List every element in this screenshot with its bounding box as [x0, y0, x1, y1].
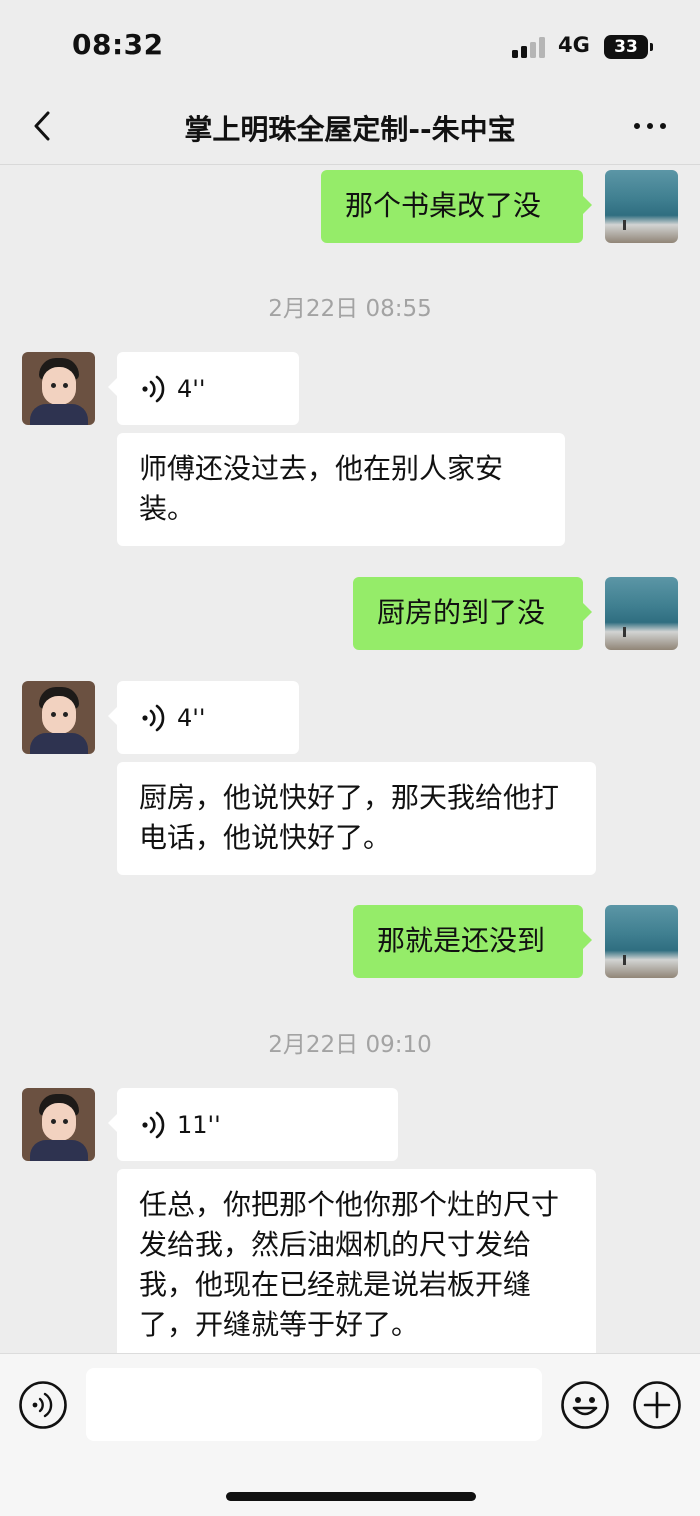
message-text: 那个书桌改了没 — [345, 189, 542, 222]
voice-message[interactable]: 11'' — [108, 1088, 398, 1161]
voice-duration: 4'' — [177, 375, 206, 403]
message-timestamp: 2月22日 09:10 — [268, 1032, 432, 1058]
message-text: 师傅还没过去，他在别人家安装。 — [139, 452, 504, 525]
message-input[interactable] — [86, 1368, 542, 1441]
message-bubble-sent[interactable]: 那就是还没到 — [353, 905, 592, 978]
back-button[interactable] — [26, 108, 62, 144]
status-bar: 08:32 4G 33 — [0, 0, 700, 90]
message-bubble-received[interactable]: 厨房，他说快好了，那天我给他打电话，他说快好了。 — [117, 762, 596, 875]
emoji-icon — [561, 1381, 609, 1429]
my-avatar[interactable] — [605, 577, 678, 650]
battery-icon: 33 — [604, 35, 648, 59]
chat-header: 掌上明珠全屋定制--朱中宝 — [0, 90, 700, 165]
contact-avatar[interactable] — [22, 681, 95, 754]
status-time: 08:32 — [72, 28, 164, 61]
voice-duration: 11'' — [177, 1111, 221, 1139]
more-actions-button[interactable] — [632, 1380, 682, 1430]
voice-message[interactable]: 4'' — [108, 681, 299, 754]
voice-message[interactable]: 4'' — [108, 352, 299, 425]
my-avatar[interactable] — [605, 170, 678, 243]
message-text: 任总，你把那个他你那个灶的尺寸发给我，然后油烟机的尺寸发给我，他现在已经就是说岩… — [139, 1188, 560, 1341]
voice-input-button[interactable] — [18, 1380, 68, 1430]
voice-wave-icon — [142, 704, 165, 732]
my-avatar[interactable] — [605, 905, 678, 978]
plus-icon — [633, 1381, 681, 1429]
contact-avatar[interactable] — [22, 352, 95, 425]
input-bar — [0, 1353, 700, 1516]
contact-avatar[interactable] — [22, 1088, 95, 1161]
message-bubble-received[interactable]: 师傅还没过去，他在别人家安装。 — [117, 433, 565, 546]
message-list[interactable]: 那个书桌改了没 2月22日 08:55 4'' 师傅还没过去，他在别人家安装。 … — [0, 165, 700, 1353]
message-text: 厨房，他说快好了，那天我给他打电话，他说快好了。 — [139, 781, 560, 854]
voice-input-icon — [19, 1381, 67, 1429]
chevron-left-icon — [34, 111, 50, 141]
voice-duration: 4'' — [177, 704, 206, 732]
more-button[interactable] — [630, 108, 670, 144]
message-text: 厨房的到了没 — [377, 596, 546, 629]
battery-tip — [650, 43, 653, 51]
voice-wave-icon — [142, 1111, 165, 1139]
network-type: 4G — [558, 33, 590, 57]
message-bubble-sent[interactable]: 厨房的到了没 — [353, 577, 592, 650]
signal-icon — [512, 36, 548, 58]
message-bubble-received[interactable]: 任总，你把那个他你那个灶的尺寸发给我，然后油烟机的尺寸发给我，他现在已经就是说岩… — [117, 1169, 596, 1353]
message-timestamp: 2月22日 08:55 — [268, 296, 432, 322]
message-text: 那就是还没到 — [377, 924, 546, 957]
message-bubble-sent[interactable]: 那个书桌改了没 — [321, 170, 592, 243]
emoji-button[interactable] — [560, 1380, 610, 1430]
chat-title: 掌上明珠全屋定制--朱中宝 — [184, 113, 516, 146]
home-indicator[interactable] — [226, 1492, 476, 1501]
voice-wave-icon — [142, 375, 165, 403]
